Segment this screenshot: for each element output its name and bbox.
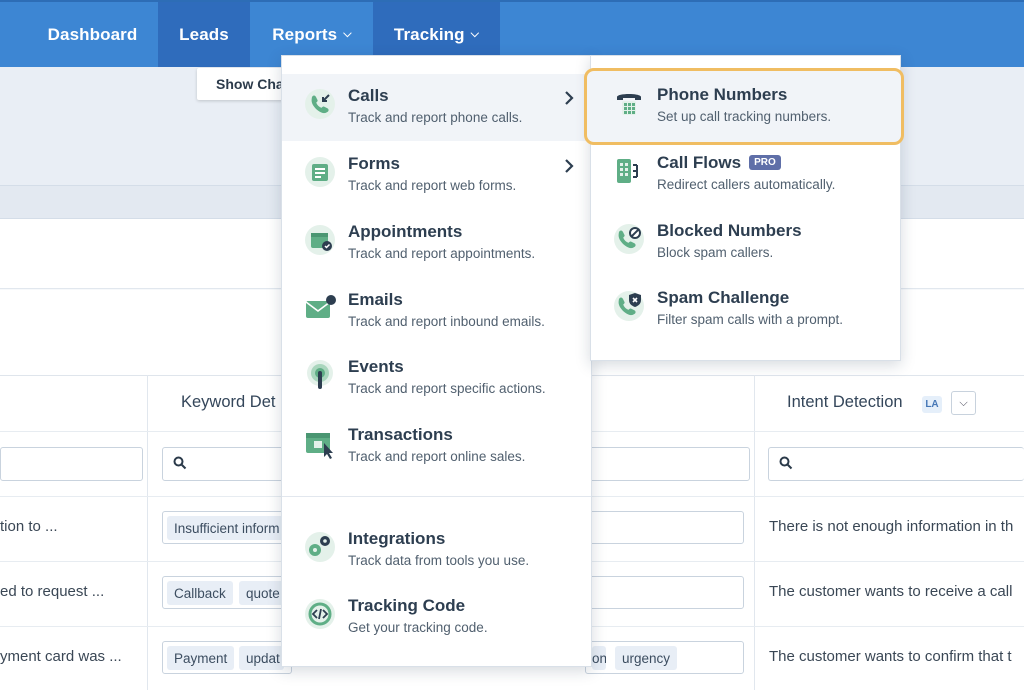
menu-item-emails[interactable]: Emails Track and report inbound emails. [282,278,591,344]
phone-numbers-title: Phone Numbers [657,85,788,104]
keyword-tag[interactable]: Callback [167,581,233,605]
chevron-down-icon: ⌵ [343,28,352,40]
integrations-title: Integrations [348,529,446,548]
column-header-keyword[interactable]: Keyword Det [181,393,275,412]
nav-tracking-label: Tracking [393,24,465,44]
language-badge: LA [922,396,942,413]
tag-list [585,511,744,544]
nav-leads-label: Leads [179,24,229,44]
blocked-numbers-subtitle: Block spam callers. [657,245,774,260]
row-summary: tion to ... [0,518,58,535]
tracking-code-title: Tracking Code [348,596,466,615]
transactions-subtitle: Track and report online sales. [348,449,526,464]
incoming-call-icon [305,89,335,119]
filter-input[interactable] [585,447,750,481]
shop-cursor-icon [306,433,333,459]
tag-list [585,576,744,609]
menu-item-events[interactable]: Events Track and report specific actions… [282,345,591,411]
nav-dashboard-label: Dashboard [47,24,138,44]
submenu-item-spam-challenge[interactable]: Spam Challenge Filter spam calls with a … [591,276,900,342]
events-title: Events [348,357,404,376]
spam-challenge-subtitle: Filter spam calls with a prompt. [657,312,844,327]
keyword-tag[interactable]: on [592,646,606,670]
call-flows-label: Call Flows [657,153,742,172]
keyword-tag[interactable]: quote [239,581,284,605]
nav-dashboard[interactable]: Dashboard [30,2,155,67]
emails-title: Emails [348,290,403,309]
tracking-menu: Calls Track and report phone calls. Form… [281,55,592,667]
envelope-icon [305,295,336,318]
keyword-filter-input[interactable] [162,447,292,481]
submenu-item-call-flows[interactable]: Call Flows PRO Redirect callers automatic… [591,141,900,207]
menu-item-calls[interactable]: Calls Track and report phone calls. [282,74,591,140]
calendar-icon [305,225,335,255]
chevron-right-icon [565,91,574,105]
shield-phone-icon [614,291,644,321]
show-chart-button[interactable]: Show Chart [197,68,287,100]
touch-target-icon [307,360,333,389]
integrations-gears-icon [305,532,335,562]
submenu-item-phone-numbers[interactable]: Phone Numbers Set up call tracking numbe… [591,73,900,139]
desk-phone-icon [617,94,641,115]
column-divider [147,375,148,690]
intent-text: The customer wants to receive a call [769,583,1013,600]
form-icon [305,157,335,187]
call-flows-title: Call Flows PRO [657,153,781,173]
chevron-right-icon [565,159,574,173]
menu-item-integrations[interactable]: Integrations Track data from tools you u… [282,517,591,583]
menu-item-transactions[interactable]: Transactions Track and report online sal… [282,413,591,479]
submenu-item-blocked-numbers[interactable]: Blocked Numbers Block spam callers. [591,209,900,275]
tracking-code-subtitle: Get your tracking code. [348,620,488,635]
show-chart-label: Show Chart [216,76,287,92]
column-filter-input[interactable] [0,447,143,481]
nav-reports-label: Reports [272,24,338,44]
appointments-subtitle: Track and report appointments. [348,246,536,261]
chevron-down-icon: ⌵ [470,28,480,40]
keyword-tag[interactable]: urgency [615,646,678,670]
menu-item-appointments[interactable]: Appointments Track and report appointmen… [282,210,591,276]
code-icon [305,599,335,629]
forms-title: Forms [348,154,400,173]
chevron-down-icon: ⌵ [959,396,968,409]
calls-title: Calls [348,86,389,105]
intent-text: The customer wants to confirm that t [769,648,1012,665]
row-summary: ed to request ... [0,583,105,600]
row-summary: yment card was ... [0,648,122,665]
appointments-title: Appointments [348,222,463,241]
column-header-intent[interactable]: Intent Detection [787,393,903,412]
intent-filter-input[interactable] [768,447,1024,481]
spam-challenge-title: Spam Challenge [657,288,790,307]
integrations-subtitle: Track data from tools you use. [348,553,530,568]
keyword-tag[interactable]: updat [239,646,284,670]
blocked-numbers-title: Blocked Numbers [657,221,802,240]
column-dropdown-button[interactable]: ⌵ [951,391,976,415]
keyword-tag[interactable]: Insufficient inform [167,516,287,540]
menu-item-forms[interactable]: Forms Track and report web forms. [282,142,591,208]
events-subtitle: Track and report specific actions. [348,381,546,396]
column-divider [754,375,755,690]
calls-subtitle: Track and report phone calls. [348,110,523,125]
search-icon [173,456,187,470]
menu-divider [282,496,591,497]
phone-numbers-subtitle: Set up call tracking numbers. [657,109,832,124]
search-icon [779,456,793,470]
transactions-title: Transactions [348,425,453,444]
menu-item-tracking-code[interactable]: Tracking Code Get your tracking code. [282,584,591,650]
call-flows-subtitle: Redirect callers automatically. [657,177,836,192]
pro-badge: PRO [749,155,781,170]
nav-leads[interactable]: Leads [158,2,250,67]
intent-text: There is not enough information in th [769,518,1014,535]
call-flow-icon [617,159,638,183]
emails-subtitle: Track and report inbound emails. [348,314,545,329]
blocked-phone-icon [614,224,644,254]
forms-subtitle: Track and report web forms. [348,178,517,193]
keyword-tag[interactable]: Payment [167,646,235,670]
